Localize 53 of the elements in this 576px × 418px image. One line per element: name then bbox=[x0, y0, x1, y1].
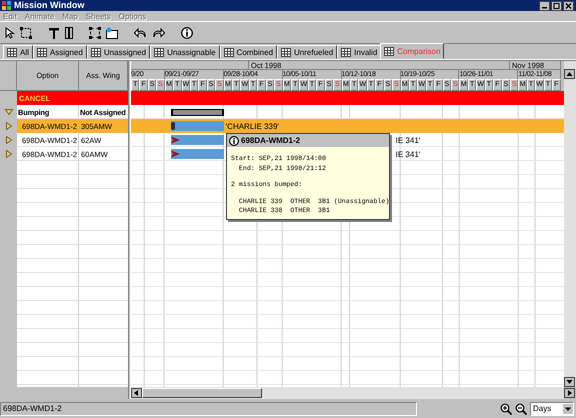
close-icon[interactable] bbox=[563, 0, 574, 10]
tab[interactable]: Unrefueled bbox=[277, 45, 338, 59]
info-icon bbox=[229, 136, 239, 146]
zoom-in-icon[interactable] bbox=[500, 402, 512, 414]
info-icon[interactable] bbox=[181, 26, 193, 38]
grid-icon bbox=[384, 46, 394, 56]
minimize-icon[interactable] bbox=[539, 0, 550, 10]
app-icon bbox=[2, 1, 11, 10]
grid-icon bbox=[341, 48, 352, 56]
frame-icon[interactable] bbox=[89, 26, 101, 38]
scroll-thumb[interactable] bbox=[142, 388, 262, 398]
marker-icon bbox=[170, 122, 175, 130]
scroll-right-icon[interactable] bbox=[564, 388, 575, 398]
pointer-icon[interactable] bbox=[5, 26, 15, 38]
status-text: 698DA-WMD1-2 bbox=[0, 402, 417, 416]
tooltip-title: 698DA-WMD1-2 bbox=[241, 136, 300, 145]
tab[interactable]: Assigned bbox=[32, 45, 87, 59]
grid-icon bbox=[154, 48, 164, 56]
t-tool-icon[interactable] bbox=[48, 26, 60, 38]
expander-icon[interactable] bbox=[4, 122, 12, 130]
tab[interactable]: Combined bbox=[220, 45, 278, 59]
scale-dropdown[interactable]: Days bbox=[530, 402, 574, 416]
summary-bar bbox=[170, 108, 224, 116]
redo-icon[interactable] bbox=[152, 28, 165, 38]
zoom-out-icon[interactable] bbox=[515, 402, 527, 414]
caret-icon bbox=[563, 404, 573, 414]
grid-icon bbox=[281, 48, 292, 56]
bar-label: IE 341' bbox=[396, 150, 420, 158]
mission-bar[interactable] bbox=[170, 149, 224, 159]
folder-icon[interactable] bbox=[106, 26, 118, 38]
bar-label: 'CHARLIE 339' bbox=[226, 122, 279, 130]
expander-icon[interactable] bbox=[4, 150, 12, 158]
expander-icon[interactable] bbox=[4, 136, 12, 144]
window-title: Mission Window bbox=[14, 0, 86, 11]
scroll-left-icon[interactable] bbox=[131, 388, 142, 398]
maximize-icon[interactable] bbox=[551, 0, 562, 10]
bar-label: IE 341' bbox=[396, 136, 420, 144]
mission-bar[interactable] bbox=[170, 135, 224, 145]
select-icon[interactable] bbox=[20, 26, 32, 38]
mission-bar[interactable] bbox=[170, 121, 224, 131]
tab[interactable]: Unassignable bbox=[150, 45, 220, 59]
expander-icon[interactable] bbox=[4, 108, 12, 116]
scroll-up-icon[interactable] bbox=[564, 69, 575, 79]
tab[interactable]: All bbox=[3, 45, 33, 59]
tab[interactable]: Invalid bbox=[337, 45, 382, 59]
grid-icon bbox=[7, 48, 17, 56]
undo-icon[interactable] bbox=[134, 28, 147, 38]
grid-icon bbox=[90, 48, 101, 56]
tab[interactable]: Unassigned bbox=[86, 45, 150, 59]
grid-icon bbox=[224, 48, 234, 56]
grid-icon bbox=[36, 48, 47, 56]
scroll-down-icon[interactable] bbox=[564, 377, 575, 387]
columns-icon[interactable] bbox=[65, 26, 73, 38]
